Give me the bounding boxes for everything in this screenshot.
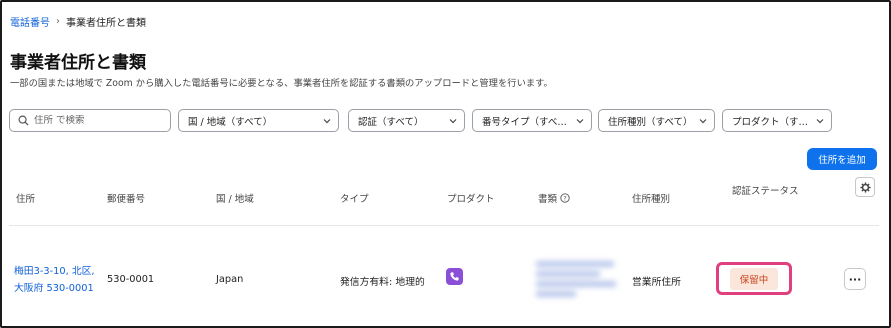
page-title: 事業者住所と書類 xyxy=(10,53,146,73)
documents-cell-redacted xyxy=(536,257,618,299)
breadcrumb-separator: › xyxy=(56,16,60,27)
svg-text:?: ? xyxy=(563,194,566,202)
breadcrumb: 電話番号 › 事業者住所と書類 xyxy=(10,14,146,29)
status-badge: 保留中 xyxy=(729,267,779,290)
postal-code-cell: 530-0001 xyxy=(107,274,155,285)
chevron-down-icon xyxy=(576,118,584,123)
gear-icon xyxy=(859,181,871,193)
verification-filter-label: 認証（すべて） xyxy=(358,116,424,128)
chevron-down-icon xyxy=(699,118,707,123)
add-address-button[interactable]: 住所を追加 xyxy=(807,148,877,170)
address-line-2: 大阪府 530-0001 xyxy=(14,283,94,294)
info-icon[interactable]: ? xyxy=(560,193,570,203)
number-type-filter-label: 番号タイプ（すべ… xyxy=(482,116,567,128)
country-filter-dropdown[interactable]: 国 / 地域（すべて） xyxy=(178,109,339,132)
column-settings-button[interactable] xyxy=(855,177,875,197)
type-cell: 発信方有料: 地理的 xyxy=(340,277,425,288)
header-divider xyxy=(9,225,879,226)
breadcrumb-current: 事業者住所と書類 xyxy=(66,18,146,29)
row-more-button[interactable]: ··· xyxy=(844,268,866,290)
status-highlight: 保留中 xyxy=(716,262,792,295)
column-header-address: 住所 xyxy=(16,194,36,205)
column-header-product: プロダクト xyxy=(447,194,495,205)
product-filter-dropdown[interactable]: プロダクト（す… xyxy=(722,109,832,132)
country-cell: Japan xyxy=(216,274,244,285)
column-header-postal-code: 郵便番号 xyxy=(107,194,146,205)
chevron-down-icon xyxy=(816,118,824,123)
page-description: 一部の国または地域で Zoom から購入した電話番号に必要となる、事業者住所を認… xyxy=(10,78,553,89)
column-header-documents-label: 書類 xyxy=(538,194,558,205)
address-type-filter-label: 住所種別（すべて） xyxy=(608,116,693,128)
search-input[interactable] xyxy=(34,115,164,126)
search-icon xyxy=(18,111,29,130)
column-header-country: 国 / 地域 xyxy=(216,194,254,205)
column-header-address-type: 住所種別 xyxy=(632,194,671,205)
column-header-type: タイプ xyxy=(340,194,369,205)
address-link[interactable]: 梅田3-3-10, 北区, 大阪府 530-0001 xyxy=(14,263,95,297)
address-type-filter-dropdown[interactable]: 住所種別（すべて） xyxy=(598,109,715,132)
product-filter-label: プロダクト（す… xyxy=(732,116,809,128)
verification-filter-dropdown[interactable]: 認証（すべて） xyxy=(348,109,465,132)
address-type-cell: 営業所住所 xyxy=(632,277,681,288)
chevron-down-icon xyxy=(449,118,457,123)
column-header-verification-status: 認証ステータス xyxy=(732,186,799,197)
breadcrumb-phone-numbers[interactable]: 電話番号 xyxy=(10,14,50,29)
number-type-filter-dropdown[interactable]: 番号タイプ（すべ… xyxy=(472,109,592,132)
column-header-documents: 書類 ? xyxy=(538,191,570,205)
search-box[interactable] xyxy=(9,109,171,132)
country-filter-label: 国 / 地域（すべて） xyxy=(188,116,273,128)
phone-icon xyxy=(446,268,463,285)
chevron-down-icon xyxy=(323,118,331,123)
address-line-1: 梅田3-3-10, 北区, xyxy=(14,266,95,277)
